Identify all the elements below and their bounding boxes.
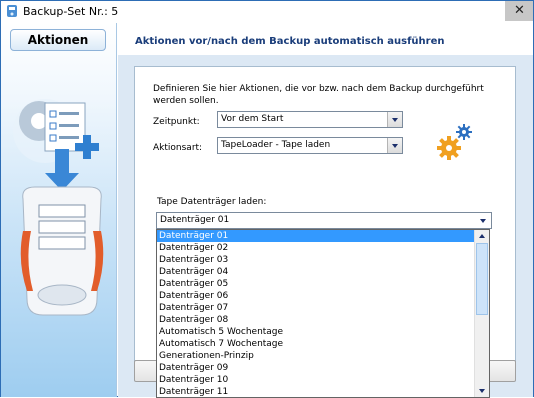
backup-app-icon (7, 5, 17, 17)
description-text: Definieren Sie hier Aktionen, die vor bz… (153, 84, 484, 106)
dropdown-option[interactable]: Datenträger 01 (157, 230, 475, 242)
dropdown-scrollbar[interactable] (474, 230, 489, 397)
tape-select[interactable]: Datenträger 01 (156, 212, 492, 229)
backup-set-window: Backup-Set Nr.: 5 ✕ Aktionen Aktionen vo… (0, 0, 534, 398)
chevron-up-icon (479, 234, 485, 238)
zeitpunkt-value: Vor dem Start (221, 114, 284, 124)
chevron-down-icon[interactable] (387, 112, 402, 127)
backup-device-illustration (13, 99, 104, 316)
sidebar-tab-label: Aktionen (27, 33, 89, 47)
dropdown-option[interactable]: Automatisch 5 Wochentage (157, 326, 475, 338)
close-icon: ✕ (514, 3, 525, 18)
dropdown-option[interactable]: Datenträger 05 (157, 278, 475, 290)
scroll-down-button[interactable] (475, 385, 489, 397)
title-bar: Backup-Set Nr.: 5 ✕ (1, 1, 533, 23)
aktionsart-select[interactable]: TapeLoader - Tape laden (217, 137, 403, 154)
dropdown-option[interactable]: Datenträger 07 (157, 302, 475, 314)
chevron-down-icon (479, 389, 485, 393)
tape-value: Datenträger 01 (160, 215, 230, 225)
zeitpunkt-label: Zeitpunkt: (153, 117, 200, 127)
scroll-up-button[interactable] (475, 230, 489, 242)
dropdown-option[interactable]: Datenträger 03 (157, 254, 475, 266)
window-title: Backup-Set Nr.: 5 (23, 5, 119, 18)
dropdown-option[interactable]: Datenträger 11 (157, 386, 475, 397)
aktionsart-label: Aktionsart: (153, 143, 203, 153)
chevron-down-icon[interactable] (476, 213, 491, 228)
aktionsart-value: TapeLoader - Tape laden (221, 140, 331, 150)
tape-label: Tape Datenträger laden: (157, 197, 267, 207)
dropdown-option[interactable]: Datenträger 02 (157, 242, 475, 254)
dropdown-option[interactable]: Datenträger 06 (157, 290, 475, 302)
dropdown-options: Datenträger 01 Datenträger 02 Datenträger … (157, 230, 475, 397)
dropdown-option[interactable]: Datenträger 04 (157, 266, 475, 278)
dropdown-option[interactable]: Datenträger 10 (157, 374, 475, 386)
sidebar: Aktionen (1, 23, 117, 397)
close-button[interactable]: ✕ (505, 1, 533, 21)
page-title: Aktionen vor/nach dem Backup automatisch… (135, 36, 445, 47)
gears-icon (437, 124, 472, 160)
tape-dropdown-list[interactable]: Datenträger 01 Datenträger 02 Datenträger … (156, 229, 490, 398)
dropdown-option[interactable]: Automatisch 7 Wochentage (157, 338, 475, 350)
zeitpunkt-select[interactable]: Vor dem Start (217, 111, 403, 128)
scrollbar-thumb[interactable] (476, 243, 488, 315)
chevron-down-icon[interactable] (387, 138, 402, 153)
backup-drive-icon (20, 186, 104, 316)
header-bar: Aktionen vor/nach dem Backup automatisch… (118, 23, 533, 55)
dropdown-option[interactable]: Generationen-Prinzip (157, 350, 475, 362)
dropdown-option[interactable]: Datenträger 08 (157, 314, 475, 326)
dropdown-option[interactable]: Datenträger 09 (157, 362, 475, 374)
sidebar-tab-aktionen[interactable]: Aktionen (10, 29, 106, 51)
